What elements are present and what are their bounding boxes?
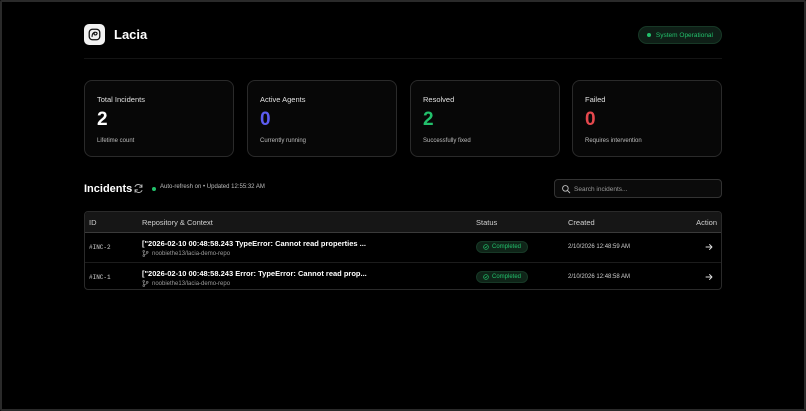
stat-subtext: Requires intervention: [585, 138, 642, 144]
repo-name: noobiethe13/lacia-demo-repo: [152, 280, 231, 287]
stat-card-active-agents: Active Agents 0 Currently running: [247, 80, 397, 157]
refresh-icon[interactable]: [133, 183, 144, 194]
incident-title[interactable]: ["2026-02-10 00:48:58.243 Error: TypeErr…: [142, 269, 367, 278]
column-header-id: ID: [89, 218, 97, 227]
column-header-action: Action: [696, 218, 717, 227]
incident-id: #INC-2: [89, 244, 111, 251]
check-circle-icon: [483, 244, 489, 250]
search-box[interactable]: [554, 179, 722, 198]
incidents-title: Incidents: [84, 183, 133, 195]
created-date: 2/10/2026 12:48:59 AM: [568, 244, 631, 250]
lacia-logo-icon[interactable]: [84, 24, 105, 45]
status-text: Completed: [492, 274, 522, 280]
status-badge: Completed: [476, 271, 529, 283]
stat-card-total-incidents: Total Incidents 2 Lifetime count: [84, 80, 234, 157]
auto-refresh-status: Auto-refresh on • Updated 12:55:32 AM: [160, 184, 265, 190]
window-frame: [0, 0, 806, 411]
created-date: 2/10/2026 12:48:58 AM: [568, 274, 631, 280]
incident-repo: noobiethe13/lacia-demo-repo: [142, 280, 230, 287]
stat-label: Resolved: [423, 95, 455, 104]
stat-label: Failed: [585, 95, 606, 104]
table-row[interactable]: #INC-2 ["2026-02-10 00:48:58.243 TypeErr…: [85, 233, 721, 262]
stat-subtext: Successfully fixed: [423, 138, 471, 144]
status-text: Completed: [492, 244, 522, 250]
stat-subtext: Currently running: [260, 138, 307, 144]
status-dot-icon: [646, 33, 651, 37]
stat-value: 2: [97, 109, 108, 130]
auto-refresh-dot-icon: [152, 187, 156, 191]
stat-subtext: Lifetime count: [97, 138, 135, 144]
column-header-status: Status: [476, 218, 498, 227]
column-header-repository: Repository & Context: [142, 218, 213, 227]
stat-card-failed: Failed 0 Requires intervention: [572, 80, 722, 157]
stat-label: Total Incidents: [97, 95, 145, 104]
check-circle-icon: [483, 274, 489, 280]
incident-id: #INC-1: [89, 274, 111, 281]
stat-value: 2: [423, 109, 434, 130]
system-status-text: System Operational: [655, 31, 713, 39]
stat-label: Active Agents: [260, 95, 306, 104]
app-header: Lacia System Operational: [84, 24, 722, 48]
app-name: Lacia: [114, 27, 148, 42]
status-badge: Completed: [476, 241, 529, 253]
stat-value: 0: [585, 109, 596, 130]
search-icon: [562, 185, 571, 194]
system-status-badge: System Operational: [637, 26, 722, 44]
git-branch-icon: [142, 280, 149, 287]
column-header-created: Created: [568, 218, 595, 227]
arrow-right-icon[interactable]: [705, 243, 713, 251]
stat-value: 0: [260, 109, 271, 130]
incident-title[interactable]: ["2026-02-10 00:48:58.243 TypeError: Can…: [142, 239, 366, 248]
git-branch-icon: [142, 250, 149, 257]
search-input[interactable]: [574, 182, 714, 196]
incidents-table: ID Repository & Context Status Created A…: [84, 211, 722, 290]
repo-name: noobiethe13/lacia-demo-repo: [152, 250, 231, 257]
table-row[interactable]: #INC-1 ["2026-02-10 00:48:58.243 Error: …: [85, 262, 721, 289]
incident-repo: noobiethe13/lacia-demo-repo: [142, 250, 230, 257]
stat-card-resolved: Resolved 2 Successfully fixed: [410, 80, 560, 157]
table-header: ID Repository & Context Status Created A…: [85, 212, 721, 233]
arrow-right-icon[interactable]: [705, 273, 713, 281]
header-divider: [84, 58, 722, 59]
